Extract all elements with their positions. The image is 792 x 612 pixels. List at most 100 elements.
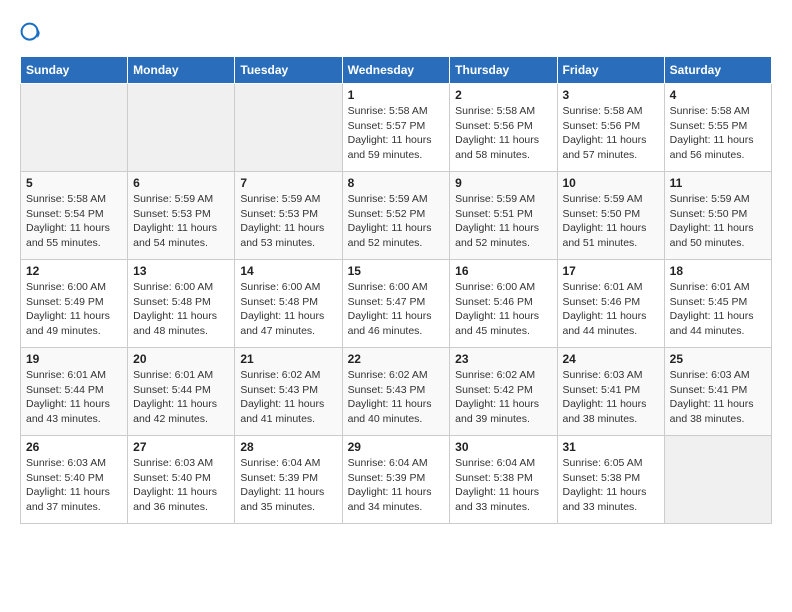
day-info: Sunrise: 5:58 AMSunset: 5:55 PMDaylight:… bbox=[670, 104, 766, 163]
calendar-header: SundayMondayTuesdayWednesdayThursdayFrid… bbox=[21, 57, 772, 84]
calendar-cell: 14 Sunrise: 6:00 AMSunset: 5:48 PMDayligh… bbox=[235, 260, 342, 348]
day-header-monday: Monday bbox=[128, 57, 235, 84]
day-number: 21 bbox=[240, 352, 336, 366]
day-number: 8 bbox=[348, 176, 445, 190]
calendar-cell: 26Sunrise: 6:03 AMSunset: 5:40 PMDayligh… bbox=[21, 436, 128, 524]
calendar-cell: 8Sunrise: 5:59 AMSunset: 5:52 PMDaylight… bbox=[342, 172, 450, 260]
day-info: Sunrise: 5:59 AMSunset: 5:53 PMDaylight:… bbox=[133, 192, 229, 251]
calendar-cell bbox=[235, 84, 342, 172]
calendar-cell: 6 Sunrise: 5:59 AMSunset: 5:53 PMDaylight… bbox=[128, 172, 235, 260]
calendar-cell: 20Sunrise: 6:01 AMSunset: 5:44 PMDayligh… bbox=[128, 348, 235, 436]
day-number: 4 bbox=[670, 88, 766, 102]
day-info: Sunrise: 6:02 AMSunset: 5:43 PMDaylight:… bbox=[348, 368, 445, 427]
calendar-cell: 22 Sunrise: 6:02 AMSunset: 5:43 PMDayligh… bbox=[342, 348, 450, 436]
calendar-body: 1Sunrise: 5:58 AMSunset: 5:57 PMDaylight… bbox=[21, 84, 772, 524]
calendar-cell bbox=[21, 84, 128, 172]
page-header bbox=[20, 20, 772, 46]
calendar-cell: 2 Sunrise: 5:58 AMSunset: 5:56 PMDaylight… bbox=[450, 84, 557, 172]
day-info: Sunrise: 6:04 AMSunset: 5:39 PMDaylight:… bbox=[240, 456, 336, 515]
day-number: 17 bbox=[563, 264, 659, 278]
day-number: 14 bbox=[240, 264, 336, 278]
day-info: Sunrise: 5:58 AMSunset: 5:56 PMDaylight:… bbox=[455, 104, 551, 163]
day-number: 22 bbox=[348, 352, 445, 366]
day-info: Sunrise: 6:01 AMSunset: 5:46 PMDaylight:… bbox=[563, 280, 659, 339]
day-info: Sunrise: 5:58 AMSunset: 5:56 PMDaylight:… bbox=[563, 104, 659, 163]
day-info: Sunrise: 6:02 AMSunset: 5:42 PMDaylight:… bbox=[455, 368, 551, 427]
week-row-2: 5 Sunrise: 5:58 AMSunset: 5:54 PMDaylight… bbox=[21, 172, 772, 260]
day-number: 16 bbox=[455, 264, 551, 278]
calendar-cell: 30 Sunrise: 6:04 AMSunset: 5:38 PMDayligh… bbox=[450, 436, 557, 524]
calendar-cell: 9 Sunrise: 5:59 AMSunset: 5:51 PMDaylight… bbox=[450, 172, 557, 260]
logo-icon bbox=[20, 22, 44, 46]
day-info: Sunrise: 6:04 AMSunset: 5:38 PMDaylight:… bbox=[455, 456, 551, 515]
calendar-cell: 18 Sunrise: 6:01 AMSunset: 5:45 PMDayligh… bbox=[664, 260, 771, 348]
day-info: Sunrise: 6:00 AMSunset: 5:48 PMDaylight:… bbox=[240, 280, 336, 339]
day-info: Sunrise: 6:03 AMSunset: 5:41 PMDaylight:… bbox=[563, 368, 659, 427]
calendar-cell: 10Sunrise: 5:59 AMSunset: 5:50 PMDayligh… bbox=[557, 172, 664, 260]
day-number: 26 bbox=[26, 440, 122, 454]
day-header-tuesday: Tuesday bbox=[235, 57, 342, 84]
day-number: 19 bbox=[26, 352, 122, 366]
day-number: 31 bbox=[563, 440, 659, 454]
day-info: Sunrise: 6:04 AMSunset: 5:39 PMDaylight:… bbox=[348, 456, 445, 515]
calendar-cell: 7Sunrise: 5:59 AMSunset: 5:53 PMDaylight… bbox=[235, 172, 342, 260]
day-number: 15 bbox=[348, 264, 445, 278]
calendar-cell: 25Sunrise: 6:03 AMSunset: 5:41 PMDayligh… bbox=[664, 348, 771, 436]
week-row-1: 1Sunrise: 5:58 AMSunset: 5:57 PMDaylight… bbox=[21, 84, 772, 172]
day-info: Sunrise: 6:01 AMSunset: 5:45 PMDaylight:… bbox=[670, 280, 766, 339]
header-row: SundayMondayTuesdayWednesdayThursdayFrid… bbox=[21, 57, 772, 84]
calendar-cell: 11Sunrise: 5:59 AMSunset: 5:50 PMDayligh… bbox=[664, 172, 771, 260]
day-number: 28 bbox=[240, 440, 336, 454]
day-info: Sunrise: 6:02 AMSunset: 5:43 PMDaylight:… bbox=[240, 368, 336, 427]
day-header-thursday: Thursday bbox=[450, 57, 557, 84]
day-info: Sunrise: 5:59 AMSunset: 5:51 PMDaylight:… bbox=[455, 192, 551, 251]
calendar-cell: 5 Sunrise: 5:58 AMSunset: 5:54 PMDaylight… bbox=[21, 172, 128, 260]
day-info: Sunrise: 6:01 AMSunset: 5:44 PMDaylight:… bbox=[133, 368, 229, 427]
day-info: Sunrise: 5:59 AMSunset: 5:53 PMDaylight:… bbox=[240, 192, 336, 251]
day-number: 5 bbox=[26, 176, 122, 190]
calendar-table: SundayMondayTuesdayWednesdayThursdayFrid… bbox=[20, 56, 772, 524]
calendar-cell: 28 Sunrise: 6:04 AMSunset: 5:39 PMDayligh… bbox=[235, 436, 342, 524]
day-number: 29 bbox=[348, 440, 445, 454]
day-info: Sunrise: 6:00 AMSunset: 5:49 PMDaylight:… bbox=[26, 280, 122, 339]
day-info: Sunrise: 6:00 AMSunset: 5:48 PMDaylight:… bbox=[133, 280, 229, 339]
calendar-cell: 23 Sunrise: 6:02 AMSunset: 5:42 PMDayligh… bbox=[450, 348, 557, 436]
day-info: Sunrise: 6:05 AMSunset: 5:38 PMDaylight:… bbox=[563, 456, 659, 515]
day-number: 3 bbox=[563, 88, 659, 102]
calendar-cell: 15 Sunrise: 6:00 AMSunset: 5:47 PMDayligh… bbox=[342, 260, 450, 348]
calendar-cell: 24 Sunrise: 6:03 AMSunset: 5:41 PMDayligh… bbox=[557, 348, 664, 436]
day-info: Sunrise: 6:00 AMSunset: 5:46 PMDaylight:… bbox=[455, 280, 551, 339]
day-number: 9 bbox=[455, 176, 551, 190]
calendar-cell: 16 Sunrise: 6:00 AMSunset: 5:46 PMDayligh… bbox=[450, 260, 557, 348]
day-number: 13 bbox=[133, 264, 229, 278]
calendar-cell: 3 Sunrise: 5:58 AMSunset: 5:56 PMDaylight… bbox=[557, 84, 664, 172]
calendar-cell: 4 Sunrise: 5:58 AMSunset: 5:55 PMDaylight… bbox=[664, 84, 771, 172]
day-number: 23 bbox=[455, 352, 551, 366]
day-info: Sunrise: 6:01 AMSunset: 5:44 PMDaylight:… bbox=[26, 368, 122, 427]
day-header-sunday: Sunday bbox=[21, 57, 128, 84]
day-number: 1 bbox=[348, 88, 445, 102]
calendar-cell: 21 Sunrise: 6:02 AMSunset: 5:43 PMDayligh… bbox=[235, 348, 342, 436]
day-number: 2 bbox=[455, 88, 551, 102]
day-info: Sunrise: 6:00 AMSunset: 5:47 PMDaylight:… bbox=[348, 280, 445, 339]
week-row-4: 19 Sunrise: 6:01 AMSunset: 5:44 PMDayligh… bbox=[21, 348, 772, 436]
calendar-cell bbox=[664, 436, 771, 524]
day-number: 12 bbox=[26, 264, 122, 278]
calendar-cell: 1Sunrise: 5:58 AMSunset: 5:57 PMDaylight… bbox=[342, 84, 450, 172]
day-header-friday: Friday bbox=[557, 57, 664, 84]
day-info: Sunrise: 5:59 AMSunset: 5:50 PMDaylight:… bbox=[670, 192, 766, 251]
calendar-cell: 17 Sunrise: 6:01 AMSunset: 5:46 PMDayligh… bbox=[557, 260, 664, 348]
calendar-cell: 12 Sunrise: 6:00 AMSunset: 5:49 PMDayligh… bbox=[21, 260, 128, 348]
day-number: 6 bbox=[133, 176, 229, 190]
day-number: 18 bbox=[670, 264, 766, 278]
week-row-3: 12 Sunrise: 6:00 AMSunset: 5:49 PMDayligh… bbox=[21, 260, 772, 348]
day-info: Sunrise: 5:58 AMSunset: 5:54 PMDaylight:… bbox=[26, 192, 122, 251]
calendar-cell: 13 Sunrise: 6:00 AMSunset: 5:48 PMDayligh… bbox=[128, 260, 235, 348]
day-number: 30 bbox=[455, 440, 551, 454]
logo bbox=[20, 20, 48, 46]
calendar-cell bbox=[128, 84, 235, 172]
week-row-5: 26Sunrise: 6:03 AMSunset: 5:40 PMDayligh… bbox=[21, 436, 772, 524]
day-info: Sunrise: 5:59 AMSunset: 5:50 PMDaylight:… bbox=[563, 192, 659, 251]
day-number: 24 bbox=[563, 352, 659, 366]
day-number: 27 bbox=[133, 440, 229, 454]
